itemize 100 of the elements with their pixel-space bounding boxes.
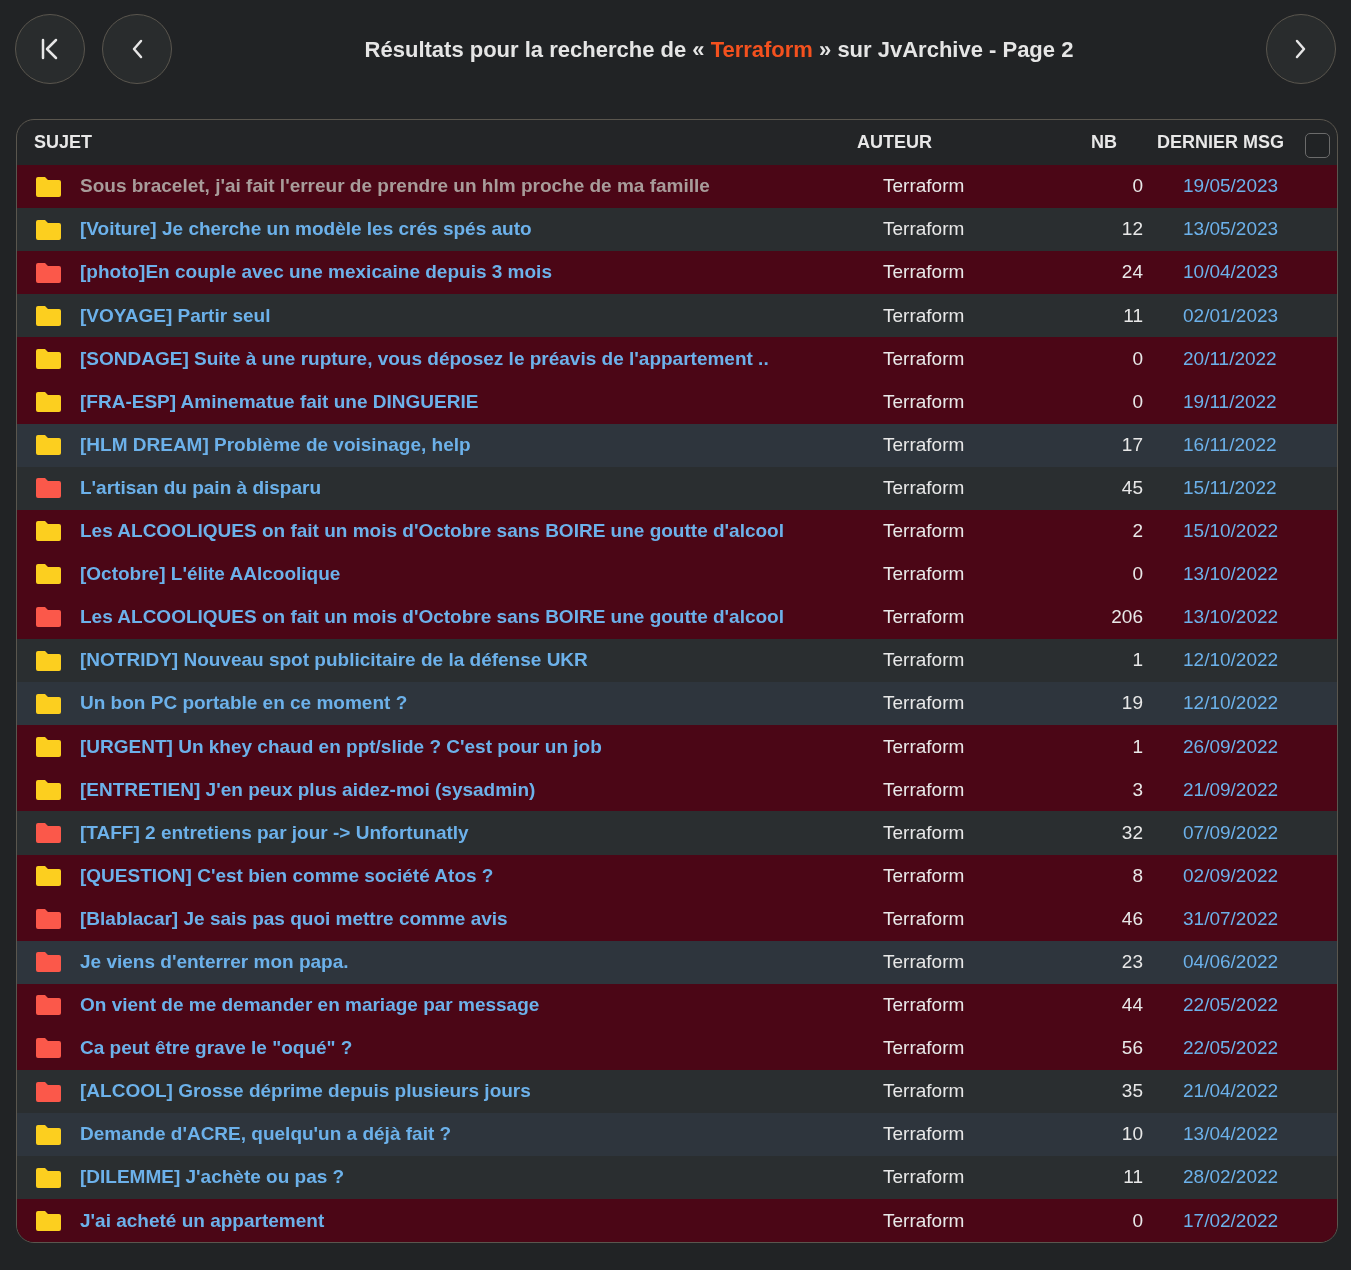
- first-page-icon: [40, 38, 60, 60]
- topic-link[interactable]: [Blablacar] Je sais pas quoi mettre comme avis: [80, 904, 508, 934]
- topic-link[interactable]: [SONDAGE] Suite à une rupture, vous déposez le préavis de l'appartement ..: [80, 344, 769, 374]
- topic-link[interactable]: [FRA-ESP] Aminematue fait une DINGUERIE: [80, 387, 479, 417]
- last-message-date[interactable]: 19/05/2023: [1183, 175, 1279, 197]
- topic-link[interactable]: [URGENT] Un khey chaud en ppt/slide ? C'est pour un job: [80, 732, 602, 761]
- message-count: 11: [1123, 1165, 1143, 1190]
- topic-row[interactable]: [ALCOOL] Grosse déprime depuis plusieurs jours Terraform 35 21/04/2022: [17, 1069, 1337, 1114]
- topic-link[interactable]: Sous bracelet, j'ai fait l'erreur de prendre un hlm proche de ma famille: [80, 172, 710, 201]
- last-message-date[interactable]: 20/11/2022: [1183, 347, 1277, 369]
- author-name: Terraform: [883, 821, 965, 843]
- topic-link[interactable]: On vient de me demander en mariage par message: [80, 991, 540, 1020]
- topic-link[interactable]: [HLM DREAM] Problème de voisinage, help: [80, 430, 471, 460]
- topic-row[interactable]: [photo]En couple avec une mexicaine depuis 3 mois Terraform 24 10/04/2023: [17, 251, 1337, 295]
- column-header: DERNIER MSG: [1156, 131, 1285, 154]
- author-name: Terraform: [883, 649, 965, 671]
- topic-link[interactable]: J'ai acheté un appartement: [80, 1206, 325, 1236]
- last-message-date[interactable]: 07/09/2022: [1183, 821, 1279, 843]
- message-count: 1: [1132, 734, 1143, 759]
- last-message-date[interactable]: 21/09/2022: [1183, 778, 1279, 800]
- topic-row[interactable]: [URGENT] Un khey chaud en ppt/slide ? C'est pour un job Terraform 1 26/09/2022: [17, 725, 1337, 769]
- message-count: 12: [1121, 217, 1143, 242]
- last-message-date[interactable]: 21/04/2022: [1183, 1080, 1279, 1102]
- last-message-date[interactable]: 31/07/2022: [1183, 907, 1279, 929]
- topic-link[interactable]: [Voiture] Je cherche un modèle les crés spés auto: [80, 215, 532, 244]
- topic-row[interactable]: Demande d'ACRE, quelqu'un a déjà fait ? Terraform 10 13/04/2022: [17, 1113, 1337, 1157]
- last-message-date[interactable]: 02/01/2023: [1183, 304, 1279, 326]
- last-message-date[interactable]: 13/05/2023: [1183, 218, 1279, 240]
- topic-row[interactable]: Les ALCOOLIQUES on fait un mois d'Octobre sans BOIRE une goutte d'alcool Terraform 2 15/10/2022: [17, 509, 1337, 553]
- message-count: 24: [1121, 260, 1143, 285]
- message-count: 3: [1132, 777, 1143, 802]
- last-message-date[interactable]: 12/10/2022: [1183, 692, 1279, 714]
- topic-link[interactable]: Un bon PC portable en ce moment ?: [80, 689, 408, 718]
- topic-row[interactable]: [Voiture] Je cherche un modèle les crés spés auto Terraform 12 13/05/2023: [17, 208, 1337, 252]
- topic-link[interactable]: [Octobre] L'élite AAlcoolique: [80, 560, 341, 589]
- topic-row[interactable]: Ca peut être grave le "oqué" ? Terraform 56 22/05/2022: [17, 1026, 1337, 1070]
- topic-row[interactable]: [Blablacar] Je sais pas quoi mettre comme avis Terraform 46 31/07/2022: [17, 897, 1337, 941]
- last-message-date[interactable]: 13/04/2022: [1183, 1123, 1279, 1145]
- last-message-date[interactable]: 10/04/2023: [1183, 261, 1279, 283]
- topic-row[interactable]: [VOYAGE] Partir seul Terraform 11 02/01/2023: [17, 294, 1337, 338]
- topic-link[interactable]: [TAFF] 2 entretiens par jour -> Unfortunatly: [80, 818, 469, 848]
- topic-row[interactable]: [NOTRIDY] Nouveau spot publicitaire de la défense UKR Terraform 1 12/10/2022: [17, 639, 1337, 683]
- message-count: 0: [1132, 1208, 1143, 1233]
- topic-row[interactable]: [QUESTION] C'est bien comme société Atos ? Terraform 8 02/09/2022: [17, 854, 1337, 898]
- topic-row[interactable]: J'ai acheté un appartement Terraform 0 17/02/2022: [17, 1199, 1337, 1243]
- message-count: 45: [1121, 475, 1143, 500]
- last-message-date[interactable]: 17/02/2022: [1183, 1209, 1279, 1231]
- author-name: Terraform: [883, 476, 965, 498]
- last-message-date[interactable]: 28/02/2022: [1183, 1166, 1279, 1188]
- last-message-date[interactable]: 15/11/2022: [1183, 476, 1277, 498]
- topic-link[interactable]: [ENTRETIEN] J'en peux plus aidez-moi (sysadmin): [80, 775, 536, 805]
- topic-link[interactable]: [photo]En couple avec une mexicaine depuis 3 mois: [80, 258, 552, 287]
- topic-link[interactable]: Je viens d'enterrer mon papa.: [80, 948, 349, 977]
- topic-link[interactable]: Les ALCOOLIQUES on fait un mois d'Octobre sans BOIRE une goutte d'alcool: [80, 517, 784, 546]
- column-header: NB: [1090, 131, 1118, 154]
- topic-row[interactable]: Un bon PC portable en ce moment ? Terraform 19 12/10/2022: [17, 682, 1337, 726]
- topic-link[interactable]: Les ALCOOLIQUES on fait un mois d'Octobre sans BOIRE une goutte d'alcool: [80, 603, 784, 632]
- author-name: Terraform: [883, 1037, 965, 1059]
- topic-link[interactable]: [NOTRIDY] Nouveau spot publicitaire de la défense UKR: [80, 646, 588, 675]
- topic-row[interactable]: [ENTRETIEN] J'en peux plus aidez-moi (sysadmin) Terraform 3 21/09/2022: [17, 768, 1337, 812]
- topic-row[interactable]: [FRA-ESP] Aminematue fait une DINGUERIE Terraform 0 19/11/2022: [17, 380, 1337, 424]
- topic-row[interactable]: [HLM DREAM] Problème de voisinage, help Terraform 17 16/11/2022: [17, 423, 1337, 467]
- topic-link[interactable]: L'artisan du pain à disparu: [80, 473, 321, 503]
- message-count: 56: [1121, 1036, 1143, 1061]
- last-message-date[interactable]: 13/10/2022: [1183, 563, 1279, 585]
- topic-link[interactable]: [ALCOOL] Grosse déprime depuis plusieurs jours: [80, 1077, 531, 1106]
- last-message-date[interactable]: 02/09/2022: [1183, 864, 1279, 886]
- author-name: Terraform: [883, 907, 965, 929]
- topic-row[interactable]: On vient de me demander en mariage par message Terraform 44 22/05/2022: [17, 983, 1337, 1027]
- topic-row[interactable]: [TAFF] 2 entretiens par jour -> Unfortunatly Terraform 32 07/09/2022: [17, 811, 1337, 855]
- last-message-date[interactable]: 26/09/2022: [1183, 735, 1279, 757]
- topic-row[interactable]: Sous bracelet, j'ai fait l'erreur de prendre un hlm proche de ma famille Terraform 0 19/05/2023: [17, 165, 1337, 209]
- topic-link[interactable]: [QUESTION] C'est bien comme société Atos ?: [80, 861, 494, 891]
- last-message-date[interactable]: 22/05/2022: [1183, 994, 1279, 1016]
- last-message-date[interactable]: 16/11/2022: [1183, 433, 1277, 455]
- chevron-right-icon: [1295, 38, 1307, 60]
- topic-row[interactable]: [DILEMME] J'achète ou pas ? Terraform 11 28/02/2022: [17, 1156, 1337, 1200]
- author-name: Terraform: [883, 606, 965, 628]
- last-message-date[interactable]: 12/10/2022: [1183, 649, 1279, 671]
- topic-link[interactable]: Ca peut être grave le "oqué" ?: [80, 1034, 353, 1063]
- topic-link[interactable]: [DILEMME] J'achète ou pas ?: [80, 1163, 345, 1192]
- topic-row[interactable]: Les ALCOOLIQUES on fait un mois d'Octobre sans BOIRE une goutte d'alcool Terraform 206 13/10/2022: [17, 595, 1337, 640]
- last-message-date[interactable]: 15/10/2022: [1183, 520, 1279, 542]
- author-name: Terraform: [883, 563, 965, 585]
- author-name: Terraform: [883, 1209, 965, 1231]
- last-message-date[interactable]: 13/10/2022: [1183, 606, 1279, 628]
- message-count: 0: [1132, 174, 1143, 199]
- last-message-date[interactable]: 04/06/2022: [1183, 951, 1279, 972]
- message-count: 44: [1121, 993, 1143, 1018]
- topic-link[interactable]: Demande d'ACRE, quelqu'un a déjà fait ?: [80, 1120, 452, 1149]
- topic-row[interactable]: [Octobre] L'élite AAlcoolique Terraform 0 13/10/2022: [17, 552, 1337, 596]
- author-name: Terraform: [883, 175, 965, 197]
- select-all-checkbox[interactable]: [1304, 132, 1330, 158]
- message-count: 23: [1121, 950, 1143, 974]
- topic-row[interactable]: [SONDAGE] Suite à une rupture, vous déposez le préavis de l'appartement .. Terraform 0 20/11/2022: [17, 337, 1337, 381]
- topic-row[interactable]: L'artisan du pain à disparu Terraform 45 15/11/2022: [17, 466, 1337, 510]
- topic-link[interactable]: [VOYAGE] Partir seul: [80, 301, 271, 331]
- topic-row[interactable]: Je viens d'enterrer mon papa. Terraform 23 04/06/2022: [17, 940, 1337, 984]
- last-message-date[interactable]: 22/05/2022: [1183, 1037, 1279, 1059]
- last-message-date[interactable]: 19/11/2022: [1183, 390, 1277, 412]
